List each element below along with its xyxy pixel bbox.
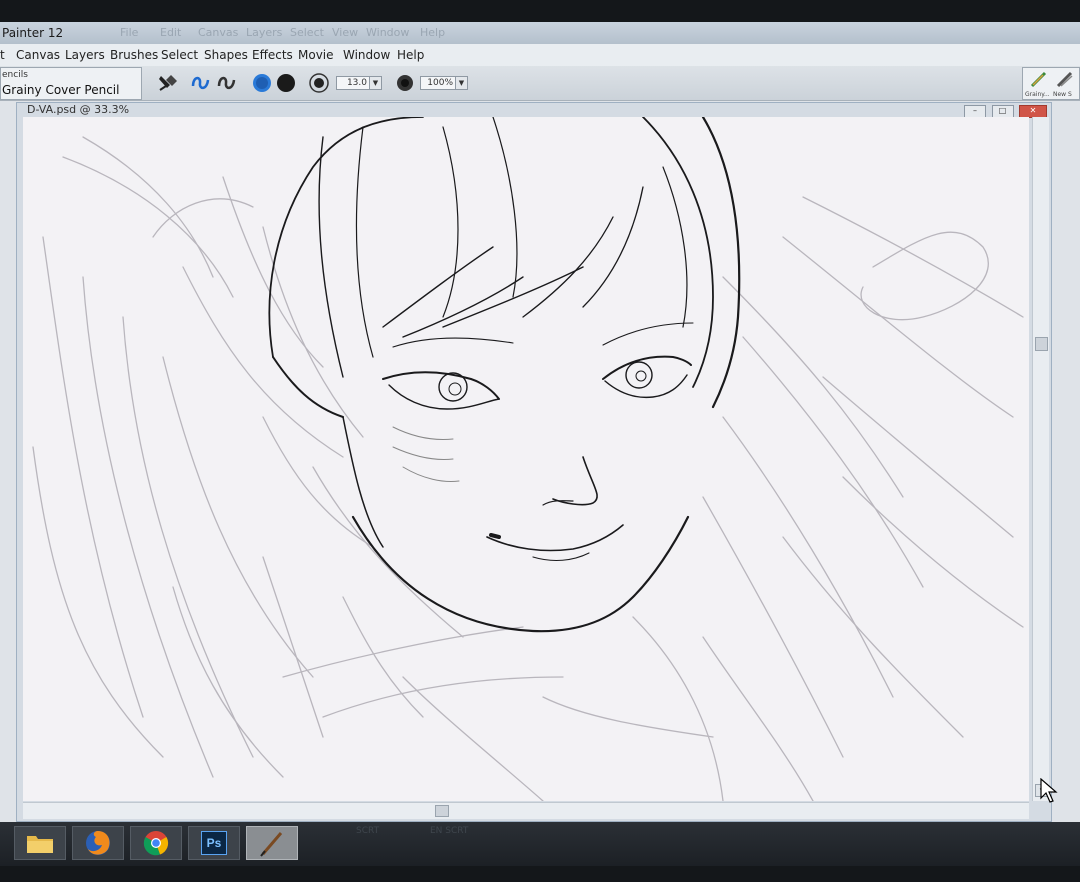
- ghost-menu-3: Layers: [246, 26, 283, 39]
- taskbar-photoshop[interactable]: Ps: [188, 826, 240, 860]
- taskbar-explorer[interactable]: [14, 826, 66, 860]
- menu-brushes[interactable]: Brushes: [110, 48, 158, 62]
- tray-text-1: SCRT: [356, 826, 380, 836]
- ghost-menu-5: View: [332, 26, 359, 39]
- firefox-icon: [86, 831, 110, 855]
- vertical-scrollbar[interactable]: ▾: [1032, 117, 1049, 801]
- palette-label-grainy: Grainy...: [1025, 91, 1050, 98]
- document-window: D-VA.psd @ 33.3% – □ ✕: [16, 102, 1052, 822]
- opacity-dropdown-icon[interactable]: ▼: [455, 77, 467, 89]
- horizontal-scroll-thumb[interactable]: [435, 805, 449, 817]
- folder-icon: [27, 836, 53, 853]
- opacity-field[interactable]: 100% ▼: [420, 76, 468, 90]
- screen: Painter 12 File Edit Canvas Layers Selec…: [0, 22, 1080, 822]
- menu-canvas[interactable]: Canvas: [16, 48, 60, 62]
- pencil-sketch-artwork: [32, 117, 1024, 801]
- straight-stroke-icon[interactable]: [216, 72, 238, 94]
- app-titlebar: Painter 12 File Edit Canvas Layers Selec…: [0, 22, 1080, 44]
- ghost-menu-7: Help: [420, 26, 446, 39]
- opacity-icon: [397, 75, 413, 91]
- size-value: 13.0: [346, 78, 367, 88]
- menu-file[interactable]: t: [0, 48, 5, 62]
- palette-label-new: New S: [1053, 91, 1072, 98]
- new-brush-thumb-icon[interactable]: [1055, 70, 1075, 88]
- menu-effects[interactable]: Effects: [252, 48, 293, 62]
- photoshop-icon: Ps: [201, 831, 227, 855]
- taskbar-chrome[interactable]: [130, 826, 182, 860]
- menu-layers[interactable]: Layers: [65, 48, 105, 62]
- brush-variant: Grainy Cover Pencil: [2, 83, 120, 97]
- menu-select[interactable]: Select: [161, 48, 198, 62]
- primary-color-icon[interactable]: [252, 73, 272, 93]
- recent-brushes-palette: Grainy... New S: [1022, 67, 1080, 100]
- size-field[interactable]: 13.0 ▼: [336, 76, 382, 90]
- taskbar: Ps SCRT EN SCRT: [0, 822, 1080, 866]
- secondary-color-icon[interactable]: [276, 73, 296, 93]
- size-dropdown-icon[interactable]: ▼: [369, 77, 381, 89]
- menu-bar: t Canvas Layers Brushes Select Shapes Ef…: [0, 44, 1080, 67]
- menu-shapes[interactable]: Shapes: [204, 48, 248, 62]
- document-titlebar: D-VA.psd @ 33.3% – □ ✕: [17, 103, 1051, 118]
- reset-brush-icon[interactable]: [158, 72, 180, 94]
- vertical-scroll-thumb[interactable]: [1035, 337, 1048, 351]
- taskbar-painter[interactable]: [246, 826, 298, 860]
- drawing-canvas[interactable]: [23, 117, 1029, 801]
- app-title: Painter 12: [2, 26, 64, 40]
- menu-help[interactable]: Help: [397, 48, 424, 62]
- menu-window[interactable]: Window: [343, 48, 390, 62]
- mouse-cursor-icon: [1040, 778, 1058, 803]
- grainy-brush-thumb-icon[interactable]: [1029, 70, 1049, 88]
- brush-category: encils: [2, 70, 28, 80]
- chrome-icon: [143, 831, 169, 856]
- taskbar-firefox[interactable]: [72, 826, 124, 860]
- ghost-menu-2: Canvas: [198, 26, 239, 39]
- menu-movie[interactable]: Movie: [298, 48, 334, 62]
- horizontal-scrollbar[interactable]: [23, 802, 1029, 819]
- property-bar: encils Grainy Cover Pencil 13.0 ▼ 100% ▼…: [0, 66, 1080, 101]
- window-controls: – □ ✕: [962, 103, 1047, 118]
- ghost-menu-6: Window: [366, 26, 410, 39]
- tray-text-2: EN SCRT: [430, 826, 469, 836]
- brush-size-icon: [309, 73, 329, 93]
- document-title: D-VA.psd @ 33.3%: [27, 103, 130, 116]
- brush-selector[interactable]: encils Grainy Cover Pencil: [0, 67, 142, 100]
- ghost-menu-4: Select: [290, 26, 324, 39]
- ghost-menu-1: Edit: [160, 26, 182, 39]
- painter-icon: [260, 832, 283, 857]
- opacity-value: 100%: [427, 78, 453, 88]
- freehand-stroke-icon[interactable]: [190, 72, 212, 94]
- ghost-menu-0: File: [120, 26, 139, 39]
